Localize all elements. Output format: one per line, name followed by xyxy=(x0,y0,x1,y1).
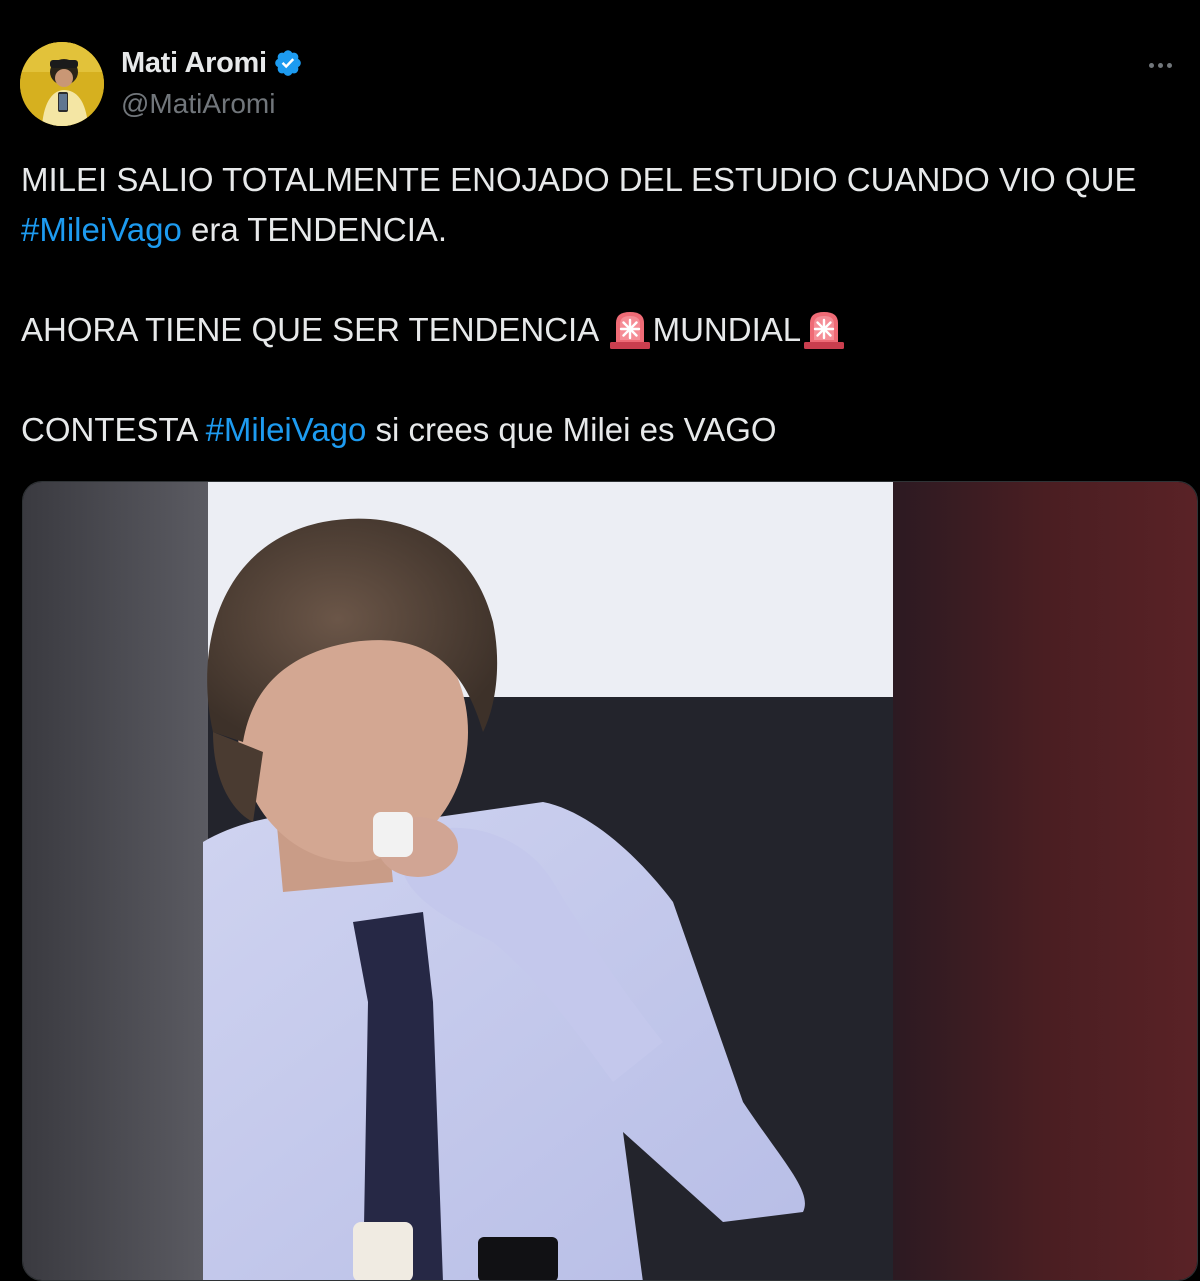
tweet[interactable]: Mati Aromi @MatiAromi MILEI SALIO TOTALM… xyxy=(0,0,1200,1281)
tweet-line-3: AHORA TIENE QUE SER TENDENCIA MUNDIAL xyxy=(21,305,1186,355)
author-handle[interactable]: @MatiAromi xyxy=(121,88,303,120)
tweet-line-1: MILEI SALIO TOTALMENTE ENOJADO DEL ESTUD… xyxy=(21,155,1186,205)
tweet-text-segment: era TENDENCIA. xyxy=(181,211,448,248)
tweet-media-photo[interactable] xyxy=(22,481,1198,1281)
tweet-line-2: #MileiVago era TENDENCIA. xyxy=(21,205,1186,255)
tweet-text-segment: CONTESTA xyxy=(21,411,206,448)
hashtag-link[interactable]: #MileiVago xyxy=(206,411,367,448)
hashtag-link[interactable]: #MileiVago xyxy=(21,211,182,248)
tweet-line-4: CONTESTA #MileiVago si crees que Milei e… xyxy=(21,405,1186,455)
tweet-header: Mati Aromi @MatiAromi xyxy=(20,42,1180,126)
police-siren-emoji xyxy=(609,312,650,349)
ellipsis-icon[interactable] xyxy=(1140,50,1180,80)
tweet-text-segment: si crees que Milei es VAGO xyxy=(366,411,777,448)
police-siren-emoji xyxy=(804,312,845,349)
author-display-name[interactable]: Mati Aromi xyxy=(121,47,267,80)
verified-badge-icon xyxy=(274,50,301,76)
tweet-text: MILEI SALIO TOTALMENTE ENOJADO DEL ESTUD… xyxy=(21,155,1186,455)
author-names: Mati Aromi @MatiAromi xyxy=(121,44,303,120)
tweet-text-segment: MILEI SALIO TOTALMENTE ENOJADO DEL ESTUD… xyxy=(21,161,1137,198)
tweet-text-segment: AHORA TIENE QUE SER TENDENCIA xyxy=(21,311,607,348)
tweet-text-segment: MUNDIAL xyxy=(652,311,802,348)
avatar[interactable] xyxy=(20,42,104,126)
